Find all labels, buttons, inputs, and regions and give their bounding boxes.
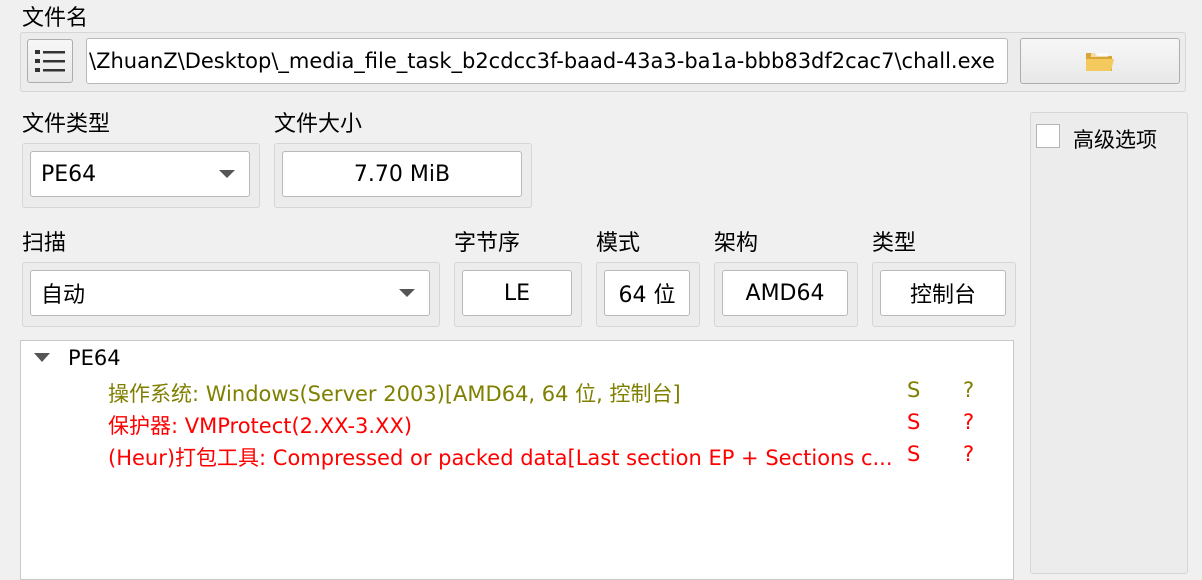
mode-field: 64 位 [604, 270, 690, 316]
file-path-field[interactable]: \ZhuanZ\Desktop\_media_file_task_b2cdcc3… [86, 38, 1008, 84]
advanced-label[interactable]: 高级选项 [1073, 124, 1157, 154]
triangle-down-icon[interactable] [34, 353, 50, 362]
scan-select[interactable]: 自动 [30, 270, 430, 316]
type-field: 控制台 [880, 270, 1006, 316]
chevron-down-icon [399, 289, 415, 297]
file-path-value: \ZhuanZ\Desktop\_media_file_task_b2cdcc3… [89, 49, 995, 73]
folder-icon [1086, 53, 1114, 71]
mode-value: 64 位 [618, 283, 676, 308]
endianness-label: 字节序 [454, 231, 521, 256]
result-os-s: S [907, 378, 921, 402]
result-packer-q: ? [963, 442, 975, 466]
list-menu-icon [35, 50, 65, 72]
result-packer-text[interactable]: (Heur)打包工具: Compressed or packed data[La… [108, 442, 898, 472]
result-os-q: ? [963, 378, 975, 402]
endianness-field: LE [462, 270, 572, 316]
endianness-value: LE [503, 280, 531, 306]
menu-button[interactable] [27, 39, 73, 83]
advanced-checkbox[interactable] [1036, 124, 1060, 148]
open-file-button[interactable] [1020, 38, 1180, 84]
file-type-value: PE64 [41, 161, 97, 187]
arch-label: 架构 [714, 231, 759, 256]
file-name-label: 文件名 [22, 6, 89, 31]
file-size-field: 7.70 MiB [282, 151, 522, 197]
mode-label: 模式 [596, 231, 641, 256]
file-size-value: 7.70 MiB [353, 161, 451, 187]
result-protector-q: ? [963, 410, 975, 434]
advanced-panel [1030, 112, 1188, 574]
chevron-down-icon [219, 170, 235, 178]
scan-value: 自动 [41, 283, 86, 308]
type-label: 类型 [872, 231, 917, 256]
result-os-text[interactable]: 操作系统: Windows(Server 2003)[AMD64, 64 位, … [108, 378, 681, 408]
result-protector-text[interactable]: 保护器: VMProtect(2.XX-3.XX) [108, 410, 412, 440]
arch-field: AMD64 [722, 270, 848, 316]
arch-value: AMD64 [745, 280, 825, 306]
scan-label: 扫描 [22, 231, 67, 256]
type-value: 控制台 [909, 283, 976, 308]
tree-root-label[interactable]: PE64 [68, 346, 121, 370]
file-size-label: 文件大小 [274, 112, 363, 137]
result-packer-s: S [907, 442, 921, 466]
result-protector-s: S [907, 410, 921, 434]
file-type-label: 文件类型 [22, 112, 111, 137]
file-type-select[interactable]: PE64 [30, 151, 250, 197]
